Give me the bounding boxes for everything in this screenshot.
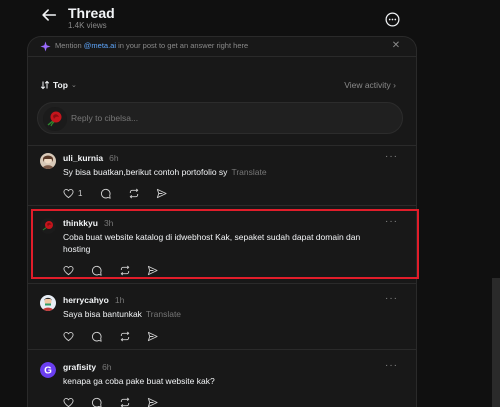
repost-button[interactable]: [119, 396, 132, 407]
post-username[interactable]: grafisity 6h: [63, 362, 112, 372]
post-time: 6h: [109, 153, 119, 163]
repost-icon: [120, 397, 130, 407]
post-username[interactable]: herrycahyo 1h: [63, 295, 124, 305]
page-title: Thread: [68, 5, 115, 21]
reply-input[interactable]: Reply to cibelsa...: [71, 113, 138, 123]
repost-icon: [120, 331, 130, 341]
like-button[interactable]: [63, 330, 76, 342]
share-button[interactable]: [147, 396, 160, 407]
meta-ai-mention-banner: Mention @meta.ai in your post to get an …: [28, 37, 416, 57]
comment-button[interactable]: [100, 187, 113, 199]
repost-button[interactable]: [119, 330, 132, 342]
share-button[interactable]: [156, 187, 169, 199]
reply-composer[interactable]: Reply to cibelsa... GIF: [37, 102, 403, 134]
sort-dropdown[interactable]: Top ⌄: [40, 80, 77, 90]
share-button[interactable]: [147, 330, 160, 342]
meta-ai-icon: [40, 41, 51, 52]
post-username[interactable]: uli_kurnia 6h: [63, 153, 119, 163]
more-icon[interactable]: ···: [385, 151, 398, 162]
post-time: 6h: [102, 362, 112, 372]
meta-ai-handle-link[interactable]: @meta.ai: [84, 41, 116, 50]
post-actions: 1: [63, 187, 169, 199]
like-button[interactable]: [63, 396, 76, 407]
post-actions: [63, 330, 160, 342]
view-activity-link[interactable]: View activity ›: [344, 80, 396, 90]
more-options-icon[interactable]: [385, 12, 400, 27]
more-icon[interactable]: ···: [385, 293, 398, 304]
post-text: Saya bisa bantunkak Translate: [63, 309, 182, 319]
like-count: 1: [78, 188, 83, 198]
comment-icon: [91, 331, 102, 342]
user-avatar-icon: [40, 295, 56, 311]
heart-icon: [63, 188, 74, 198]
send-icon: [147, 397, 158, 407]
user-avatar-icon: [40, 153, 56, 169]
avatar[interactable]: [40, 295, 56, 311]
mention-banner-text: Mention @meta.ai in your post to get an …: [55, 41, 249, 50]
back-arrow-icon[interactable]: [40, 6, 58, 24]
comment-button[interactable]: [91, 330, 104, 342]
send-icon: [147, 331, 158, 341]
divider: [28, 349, 416, 350]
comment-icon: [91, 397, 102, 407]
chevron-down-icon: ⌄: [70, 82, 77, 89]
avatar[interactable]: [40, 153, 56, 169]
divider: [28, 205, 416, 206]
more-icon[interactable]: ···: [385, 360, 398, 371]
avatar: [43, 107, 67, 131]
svg-text:G: G: [44, 366, 52, 377]
heart-icon: [63, 397, 74, 407]
highlight-box: [31, 209, 419, 279]
post-actions: [63, 396, 160, 407]
comment-icon: [100, 188, 111, 199]
top-bar: Thread 1.4K views: [0, 0, 500, 36]
heart-icon: [63, 331, 74, 341]
like-button[interactable]: 1: [63, 187, 85, 199]
translate-link[interactable]: Translate: [231, 167, 266, 177]
avatar[interactable]: G: [40, 362, 56, 378]
view-count: 1.4K views: [68, 21, 107, 30]
divider: [28, 145, 416, 146]
repost-button[interactable]: [128, 187, 141, 199]
post-text: kenapa ga coba pake buat website kak?: [63, 376, 215, 386]
scrollbar-track[interactable]: [492, 278, 500, 407]
send-icon: [156, 188, 167, 198]
comment-button[interactable]: [91, 396, 104, 407]
close-icon[interactable]: ✕: [390, 40, 402, 52]
sort-icon: [40, 80, 50, 90]
translate-link[interactable]: Translate: [146, 309, 181, 319]
post-text: Sy bisa buatkan,berikut contoh portofoli…: [63, 167, 267, 177]
divider: [28, 283, 416, 284]
repost-icon: [129, 188, 139, 198]
grafisity-logo-icon: G: [40, 362, 56, 378]
rose-avatar-icon: [43, 107, 67, 131]
post-time: 1h: [114, 295, 125, 305]
sort-label: Top: [53, 80, 68, 90]
